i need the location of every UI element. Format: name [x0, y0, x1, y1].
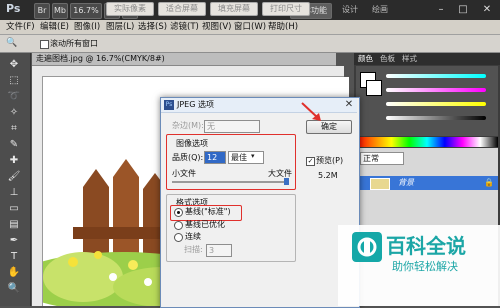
- vertical-ruler: [32, 76, 43, 306]
- lasso-tool-icon[interactable]: ➰: [5, 90, 23, 104]
- matte-select[interactable]: 无: [204, 120, 260, 133]
- menu-select[interactable]: 选择(S): [138, 20, 167, 34]
- workspace-painting[interactable]: 绘画: [372, 3, 388, 17]
- preview-checkbox[interactable]: ✓: [306, 157, 315, 166]
- scans-label: 扫描:: [184, 245, 203, 254]
- chevron-down-icon: ▾: [251, 152, 255, 160]
- radio-baseline-optimized[interactable]: [174, 221, 183, 230]
- bridge-button[interactable]: Br: [34, 3, 50, 19]
- quality-input[interactable]: 12: [204, 151, 226, 164]
- tab-swatches[interactable]: 色板: [380, 53, 395, 65]
- gradient-tool-icon[interactable]: ▤: [5, 218, 23, 232]
- horizontal-ruler: [32, 66, 344, 77]
- scroll-all-checkbox[interactable]: [40, 40, 49, 49]
- color-ramp[interactable]: [356, 137, 498, 147]
- menu-window[interactable]: 窗口(W): [234, 20, 266, 34]
- radio-baseline-standard[interactable]: [174, 208, 183, 217]
- type-tool-icon[interactable]: T: [5, 250, 23, 264]
- dialog-title: JPEG 选项: [177, 100, 214, 109]
- menu-help[interactable]: 帮助(H): [268, 20, 298, 34]
- brush-tool-icon[interactable]: 🖌: [5, 170, 23, 184]
- menu-layer[interactable]: 图层(L): [106, 20, 134, 34]
- blend-mode-select[interactable]: 正常: [360, 152, 404, 165]
- quality-level-select[interactable]: 最佳: [228, 151, 264, 164]
- actual-pixels-button[interactable]: 实际像素: [106, 2, 154, 16]
- magic-wand-tool-icon[interactable]: ✧: [5, 106, 23, 120]
- preview-label: 预览(P): [316, 156, 344, 165]
- print-size-button[interactable]: 打印尺寸: [262, 2, 310, 16]
- maximize-button[interactable]: □: [452, 2, 474, 17]
- eraser-tool-icon[interactable]: ▭: [5, 202, 23, 216]
- zoom-level[interactable]: 16.7%: [70, 3, 102, 19]
- tab-color[interactable]: 颜色: [358, 53, 373, 65]
- crop-tool-icon[interactable]: ⌗: [5, 122, 23, 136]
- file-size: 5.2M: [318, 171, 338, 180]
- matte-label: 杂边(M):: [172, 121, 204, 130]
- cyan-slider[interactable]: [386, 74, 486, 78]
- hand-tool-icon[interactable]: ✋: [5, 266, 23, 280]
- radio-progressive[interactable]: [174, 233, 183, 242]
- scroll-all-label: 滚动所有窗口: [50, 39, 98, 48]
- black-slider[interactable]: [386, 116, 486, 120]
- red-arrow-annotation: [301, 102, 321, 121]
- baike-logo-icon: [352, 232, 382, 262]
- background-color[interactable]: [366, 80, 382, 96]
- photoshop-logo: Ps: [6, 2, 21, 15]
- baseline-optimized-label: 基线已优化: [185, 220, 225, 229]
- zoom-tool-icon[interactable]: 🔍: [5, 282, 23, 296]
- minimize-button[interactable]: –: [430, 2, 452, 17]
- yellow-slider[interactable]: [386, 102, 486, 106]
- ps-dialog-icon: Ps: [164, 100, 174, 110]
- watermark-title: 百科全说: [386, 234, 466, 258]
- document-tab[interactable]: 走遍图档.jpg @ 16.7%(CMYK/8#): [32, 53, 336, 66]
- close-app-button[interactable]: ✕: [476, 2, 498, 17]
- menu-filter[interactable]: 滤镜(T): [170, 20, 199, 34]
- fill-screen-button[interactable]: 填充屏幕: [210, 2, 258, 16]
- move-tool-icon[interactable]: ✥: [5, 58, 23, 72]
- zoom-tool-icon: 🔍: [6, 38, 18, 48]
- eyedropper-tool-icon[interactable]: ✎: [5, 138, 23, 152]
- color-panel-tabs: [354, 53, 500, 65]
- menu-view[interactable]: 视图(V): [202, 20, 231, 34]
- quality-slider-thumb[interactable]: [284, 178, 289, 185]
- watermark-subtitle: 助你轻松解决: [392, 260, 458, 273]
- small-file-label: 小文件: [172, 169, 196, 178]
- scans-select[interactable]: 3: [206, 244, 232, 257]
- pen-tool-icon[interactable]: ✒: [5, 234, 23, 248]
- minibridge-button[interactable]: Mb: [52, 3, 68, 19]
- layer-name: 背景: [398, 178, 414, 187]
- baseline-standard-label: 基线("标准"): [185, 207, 231, 216]
- image-options-legend: 图像选项: [176, 139, 208, 148]
- fit-screen-button[interactable]: 适合屏幕: [158, 2, 206, 16]
- menu-file[interactable]: 文件(F): [6, 20, 35, 34]
- layer-thumbnail: [370, 178, 390, 190]
- healing-tool-icon[interactable]: ✚: [5, 154, 23, 168]
- quality-label: 品质(Q):: [172, 153, 204, 162]
- quality-slider-track[interactable]: [172, 181, 288, 183]
- workspace-design[interactable]: 设计: [342, 3, 358, 17]
- dialog-close-button[interactable]: ✕: [343, 99, 355, 111]
- magenta-slider[interactable]: [386, 88, 486, 92]
- lock-icon: 🔒: [484, 178, 494, 187]
- marquee-tool-icon[interactable]: ⬚: [5, 74, 23, 88]
- menu-image[interactable]: 图像(I): [74, 20, 100, 34]
- stamp-tool-icon[interactable]: ⊥: [5, 186, 23, 200]
- progressive-label: 连续: [185, 232, 201, 241]
- menu-edit[interactable]: 编辑(E): [40, 20, 69, 34]
- tab-styles[interactable]: 样式: [402, 53, 417, 65]
